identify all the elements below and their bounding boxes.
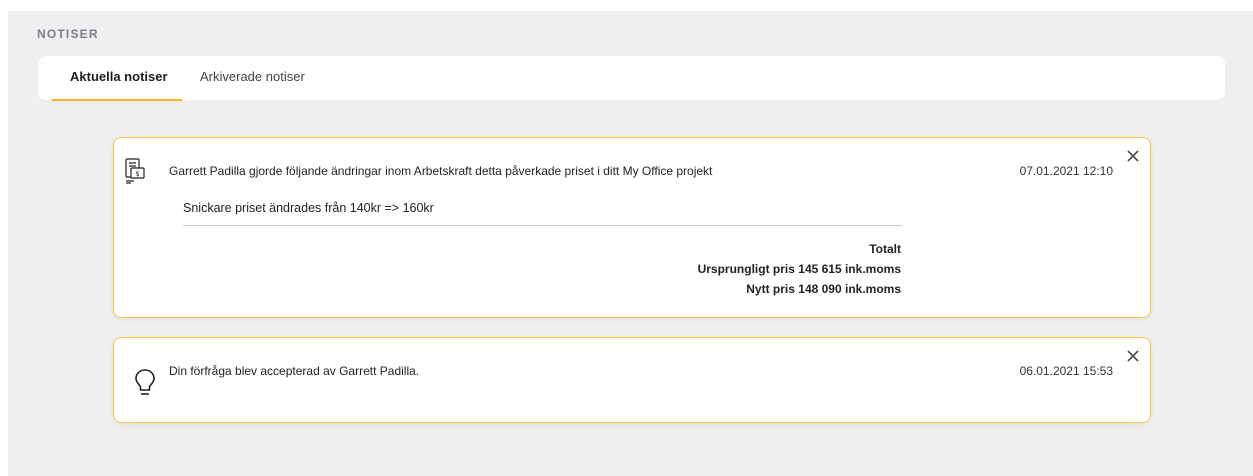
- tab-bar: Aktuella notiser Arkiverade notiser: [38, 56, 1225, 101]
- invoice-money-icon: $: [124, 158, 146, 184]
- original-price: Ursprungligt pris 145 615 ink.moms: [697, 262, 901, 276]
- new-price: Nytt pris 148 090 ink.moms: [746, 282, 901, 296]
- notification-message: Din förfråga blev accepterad av Garrett …: [169, 364, 420, 378]
- price-change-text: Snickare priset ändrades från 140kr => 1…: [183, 201, 434, 215]
- notification-card: Din förfråga blev accepterad av Garrett …: [113, 337, 1151, 423]
- notification-message: Garrett Padilla gjorde följande ändringa…: [169, 164, 713, 178]
- close-icon[interactable]: [1126, 349, 1140, 363]
- tab-current-notifications[interactable]: Aktuella notiser: [70, 56, 168, 100]
- notification-date: 06.01.2021 15:53: [1019, 364, 1113, 378]
- divider: [183, 225, 902, 226]
- svg-text:$: $: [135, 170, 139, 178]
- notification-date: 07.01.2021 12:10: [1019, 164, 1113, 178]
- active-tab-indicator: [52, 99, 182, 101]
- close-icon[interactable]: [1126, 149, 1140, 163]
- lightbulb-icon: [134, 368, 156, 398]
- notification-card: $ Garrett Padilla gjorde följande ändrin…: [113, 137, 1151, 318]
- section-title: NOTISER: [37, 27, 99, 41]
- tab-archived-notifications[interactable]: Arkiverade notiser: [200, 56, 305, 100]
- summary-title: Totalt: [869, 242, 901, 256]
- notifications-panel: NOTISER Aktuella notiser Arkiverade noti…: [8, 11, 1253, 476]
- price-summary: Totalt Ursprungligt pris 145 615 ink.mom…: [698, 239, 901, 299]
